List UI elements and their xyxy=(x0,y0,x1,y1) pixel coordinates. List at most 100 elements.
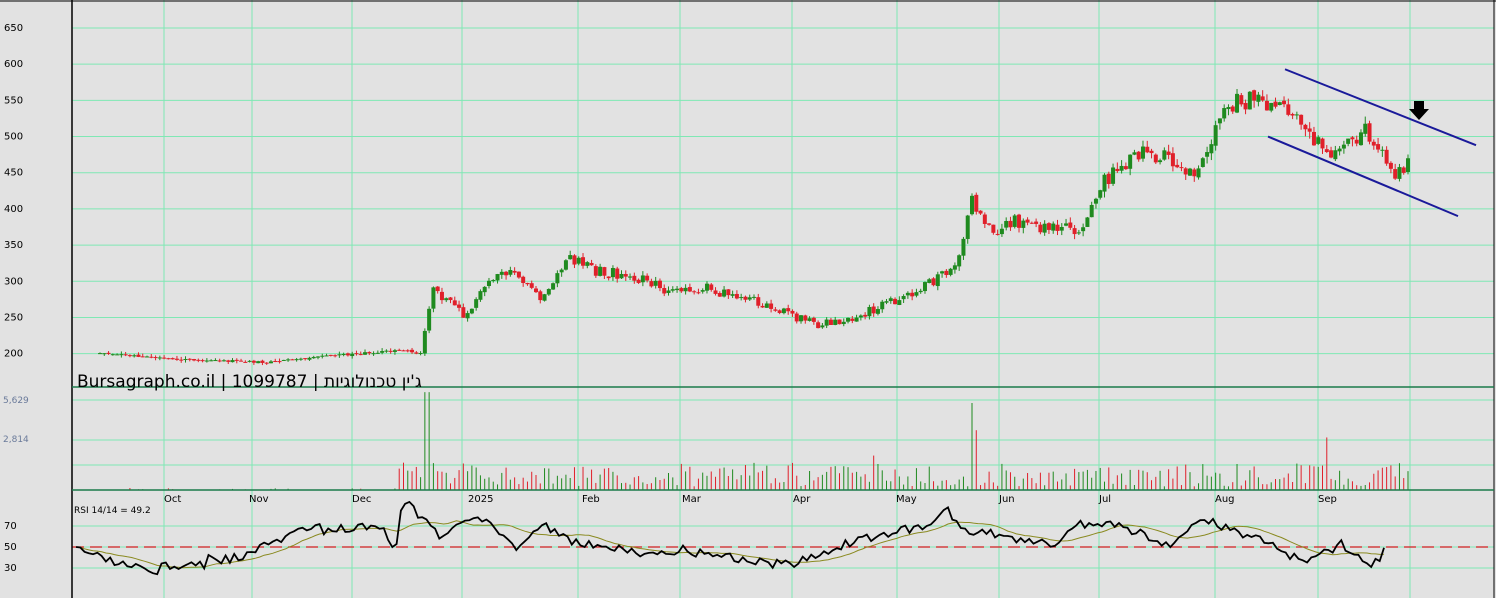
candle-body xyxy=(1277,102,1282,105)
candle-body xyxy=(756,297,761,306)
candle-body xyxy=(1081,227,1086,232)
candle-body xyxy=(1205,152,1210,157)
candle-body xyxy=(820,325,825,328)
candle-body xyxy=(628,276,633,278)
candle-body xyxy=(350,353,355,357)
candle-body xyxy=(760,305,765,308)
candle-body xyxy=(982,214,987,224)
candle-body xyxy=(905,292,910,296)
candle-body xyxy=(461,307,466,318)
candle-body xyxy=(901,296,906,300)
month-label: May xyxy=(896,494,917,505)
candle-body xyxy=(1316,137,1321,144)
candle-body xyxy=(145,356,150,358)
candle-body xyxy=(247,360,252,362)
candle-body xyxy=(1282,100,1287,105)
candle-body xyxy=(401,350,406,352)
candle-body xyxy=(593,266,598,276)
candle-body xyxy=(478,291,483,300)
candle-body xyxy=(931,278,936,286)
candle-body xyxy=(162,357,167,359)
candle-body xyxy=(1038,224,1043,233)
candle-body xyxy=(149,356,154,358)
candle-body xyxy=(1294,114,1299,116)
candle-body xyxy=(418,353,423,355)
candle-body xyxy=(538,291,543,301)
candle-body xyxy=(264,362,269,364)
candle-body xyxy=(944,270,949,276)
candle-body xyxy=(397,349,402,351)
candle-body xyxy=(927,279,932,283)
month-label: Apr xyxy=(793,494,811,505)
candle-body xyxy=(469,308,474,314)
candle-body xyxy=(1213,125,1218,146)
candle-body xyxy=(730,294,735,296)
candle-body xyxy=(828,319,833,325)
candle-body xyxy=(196,359,201,361)
candle-body xyxy=(1004,220,1009,228)
candle-body xyxy=(1380,149,1385,151)
candle-body xyxy=(846,317,851,322)
candle-body xyxy=(598,266,603,276)
candle-body xyxy=(226,360,231,362)
candle-body xyxy=(1401,167,1406,173)
candle-body xyxy=(1072,228,1077,235)
candle-body xyxy=(1132,152,1137,155)
candle-body xyxy=(858,315,863,318)
candle-body xyxy=(371,353,376,355)
candle-body xyxy=(414,352,419,354)
candle-body xyxy=(897,300,902,305)
candle-body xyxy=(1324,149,1329,152)
candle-body xyxy=(948,268,953,275)
candle-body xyxy=(1162,150,1167,160)
price-tick-label: 300 xyxy=(4,276,23,287)
candle-body xyxy=(777,310,782,314)
candle-body xyxy=(610,268,615,278)
candle-body xyxy=(363,352,368,355)
candle-body xyxy=(563,260,568,270)
candle-body xyxy=(1358,132,1363,146)
candle-body xyxy=(1273,101,1278,107)
candle-body xyxy=(277,361,282,363)
candle-body xyxy=(1102,174,1107,192)
month-label: Jul xyxy=(1098,494,1111,505)
candle-body xyxy=(157,357,162,359)
candle-body xyxy=(286,359,291,361)
candle-body xyxy=(1329,150,1334,158)
candle-body xyxy=(559,269,564,273)
candle-body xyxy=(260,360,265,363)
candle-body xyxy=(794,313,799,322)
candle-body xyxy=(281,359,286,361)
volume-tick-label: 5,629 xyxy=(3,396,29,406)
candle-body xyxy=(136,354,141,357)
candle-body xyxy=(132,355,137,357)
candle-body xyxy=(153,357,158,359)
candle-body xyxy=(239,360,244,362)
candle-body xyxy=(375,352,380,354)
candle-body xyxy=(273,361,278,363)
price-tick-label: 350 xyxy=(4,240,23,251)
candle-body xyxy=(704,283,709,291)
candle-body xyxy=(1269,102,1274,111)
candle-body xyxy=(1119,165,1124,171)
candle-body xyxy=(1252,90,1257,101)
candle-body xyxy=(666,290,671,293)
candle-body xyxy=(534,288,538,293)
candle-body xyxy=(555,273,560,284)
candle-body xyxy=(546,289,551,295)
candle-body xyxy=(965,215,970,239)
candle-body xyxy=(320,355,325,357)
candle-body xyxy=(298,358,303,360)
candle-body xyxy=(961,238,966,256)
candle-body xyxy=(140,356,145,358)
candle-body xyxy=(692,291,697,293)
candle-body xyxy=(880,301,885,310)
candle-body xyxy=(1012,215,1017,227)
candle-body xyxy=(752,296,756,298)
candle-body xyxy=(551,283,556,290)
candle-body xyxy=(700,290,705,292)
candle-body xyxy=(1320,138,1325,149)
candle-body xyxy=(1333,150,1338,160)
price-tick-label: 450 xyxy=(4,168,23,179)
candle-body xyxy=(722,289,727,297)
